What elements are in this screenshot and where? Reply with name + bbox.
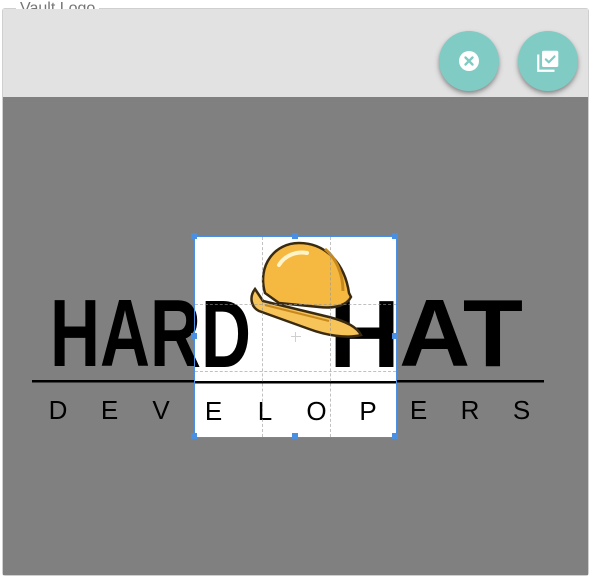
crop-logo-divider-line	[195, 381, 396, 384]
crop-handle-bottom-right[interactable]	[392, 433, 398, 439]
close-circle-icon	[459, 51, 479, 71]
crop-preview: HARD HAT DEVELOPERS	[195, 237, 396, 437]
cancel-crop-button[interactable]	[439, 31, 499, 91]
logo-subtitle-letter: E	[410, 395, 427, 425]
logo-subtitle-letter: D	[49, 395, 68, 425]
crop-handle-top[interactable]	[292, 233, 298, 239]
crop-hard-hat-icon	[250, 241, 363, 338]
crop-handle-left[interactable]	[191, 333, 197, 339]
crop-guide-horizontal-bottom	[195, 371, 396, 372]
crop-guide-vertical-left	[262, 237, 263, 437]
logo-subtitle-letter: R	[461, 395, 480, 425]
crop-selection-box[interactable]: HARD HAT DEVELOPERS	[191, 233, 398, 439]
crop-guide-horizontal-top	[195, 304, 396, 305]
crop-handle-right[interactable]	[392, 333, 398, 339]
logo-subtitle-letter: E	[101, 395, 118, 425]
crop-handle-bottom[interactable]	[292, 433, 298, 439]
check-collection-icon	[537, 50, 559, 72]
confirm-crop-button[interactable]	[518, 31, 578, 91]
crop-handle-bottom-left[interactable]	[191, 433, 197, 439]
logo-subtitle-letter: V	[152, 395, 170, 425]
crop-logo-subtitle-letter: P	[359, 396, 376, 426]
crop-handle-top-right[interactable]	[392, 233, 398, 239]
crop-handle-top-left[interactable]	[191, 233, 197, 239]
crop-logo-subtitle-letter: L	[258, 396, 272, 426]
crop-logo-subtitle-letter: O	[306, 396, 326, 426]
crop-center-marker	[291, 332, 301, 342]
crop-stage[interactable]: HARD HAT DEVELOPERS HARD HAT DEVELOPER	[3, 97, 588, 575]
crop-toolbar	[3, 9, 588, 97]
crop-logo-subtitle-letter: E	[205, 396, 222, 426]
crop-guide-vertical-right	[330, 237, 331, 437]
crop-logo-subtitle: DEVELOPERS	[205, 396, 377, 426]
logo-subtitle-letter: S	[513, 395, 530, 425]
